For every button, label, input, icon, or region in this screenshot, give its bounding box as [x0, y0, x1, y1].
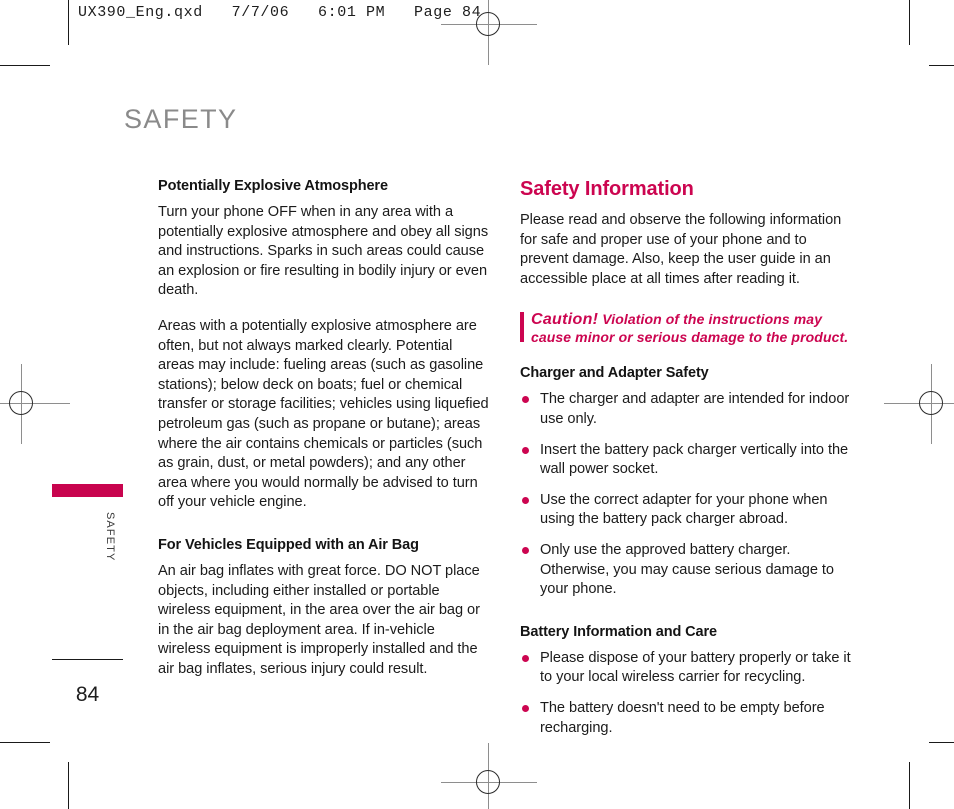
- heading-air-bag-vehicles: For Vehicles Equipped with an Air Bag: [158, 536, 419, 553]
- heading-safety-information: Safety Information: [520, 178, 694, 200]
- list-item: Only use the approved battery charger. O…: [520, 541, 852, 600]
- paragraph-safety-information-intro: Please read and observe the following in…: [520, 212, 842, 287]
- crop-mark-top-right-vertical: [909, 0, 910, 45]
- crop-mark-bottom-right-vertical: [909, 762, 910, 809]
- bullet-dot-icon: [522, 704, 529, 712]
- list-item-text: Use the correct adapter for your phone w…: [540, 491, 828, 528]
- charger-safety-bullet-list: The charger and adapter are intended for…: [520, 390, 852, 599]
- crop-mark-bottom-left-vertical: [68, 762, 69, 809]
- registration-mark-bottom-center: [441, 743, 537, 809]
- registration-circle: [9, 391, 33, 415]
- paragraph-potential-areas-list: Areas with a potentially explosive atmos…: [158, 317, 489, 511]
- paragraph-air-bag-warning: An air bag inflates with great force. DO…: [158, 562, 480, 677]
- list-item: Use the correct adapter for your phone w…: [520, 491, 852, 530]
- list-item-text: Insert the battery pack charger vertical…: [540, 441, 849, 478]
- list-item-text: Only use the approved battery charger. O…: [540, 541, 834, 598]
- side-tab-accent-bar: [52, 484, 123, 497]
- registration-mark-right-middle: [884, 364, 954, 444]
- list-item: Please dispose of your battery properly …: [520, 649, 852, 688]
- list-item: Insert the battery pack charger vertical…: [520, 441, 852, 480]
- caution-label: Caution!: [531, 311, 599, 329]
- heading-potentially-explosive-atmosphere: Potentially Explosive Atmosphere: [158, 178, 388, 194]
- folio-divider: [52, 659, 123, 660]
- list-item-text: The charger and adapter are intended for…: [540, 391, 850, 427]
- bullet-dot-icon: [522, 446, 529, 454]
- printed-page: UX390_Eng.qxd 7/7/06 6:01 PM Page 84 SAF…: [0, 0, 954, 809]
- list-item-text: Please dispose of your battery properly …: [540, 649, 851, 686]
- registration-circle: [476, 770, 500, 794]
- caution-text: Caution! Violation of the instructions m…: [531, 311, 852, 345]
- bullet-dot-icon: [522, 396, 529, 404]
- crop-mark-top-left-vertical: [68, 0, 69, 45]
- registration-mark-left-middle: [0, 364, 70, 444]
- left-text-column: Potentially Explosive Atmosphere Turn yo…: [158, 178, 490, 679]
- heading-charger-and-adapter-safety: Charger and Adapter Safety: [520, 365, 709, 382]
- page-title: SAFETY: [124, 104, 238, 134]
- list-item: The battery doesn't need to be empty bef…: [520, 699, 852, 738]
- bullet-dot-icon: [522, 496, 529, 504]
- page-number: 84: [75, 683, 100, 706]
- crop-mark-top-right-horizontal: [929, 65, 954, 66]
- list-item-text: The battery doesn't need to be empty bef…: [540, 699, 825, 736]
- crop-mark-top-left-horizontal: [0, 65, 50, 66]
- battery-care-bullet-list: Please dispose of your battery properly …: [520, 649, 852, 738]
- crop-mark-bottom-left-horizontal: [0, 742, 50, 743]
- side-tab-label: SAFETY: [104, 512, 116, 562]
- heading-battery-information-and-care: Battery Information and Care: [520, 623, 718, 640]
- prepress-slug-line: UX390_Eng.qxd 7/7/06 6:01 PM Page 84: [78, 4, 482, 21]
- caution-callout: Caution! Violation of the instructions m…: [520, 311, 852, 345]
- bullet-dot-icon: [522, 546, 529, 554]
- right-text-column: Safety Information Please read and obser…: [520, 178, 852, 742]
- list-item: The charger and adapter are intended for…: [520, 390, 852, 429]
- bullet-dot-icon: [522, 654, 529, 662]
- paragraph-explosive-atmosphere-warning: Turn your phone OFF when in any area wit…: [158, 204, 489, 299]
- registration-circle: [919, 391, 943, 415]
- crop-mark-bottom-right-horizontal: [929, 742, 954, 743]
